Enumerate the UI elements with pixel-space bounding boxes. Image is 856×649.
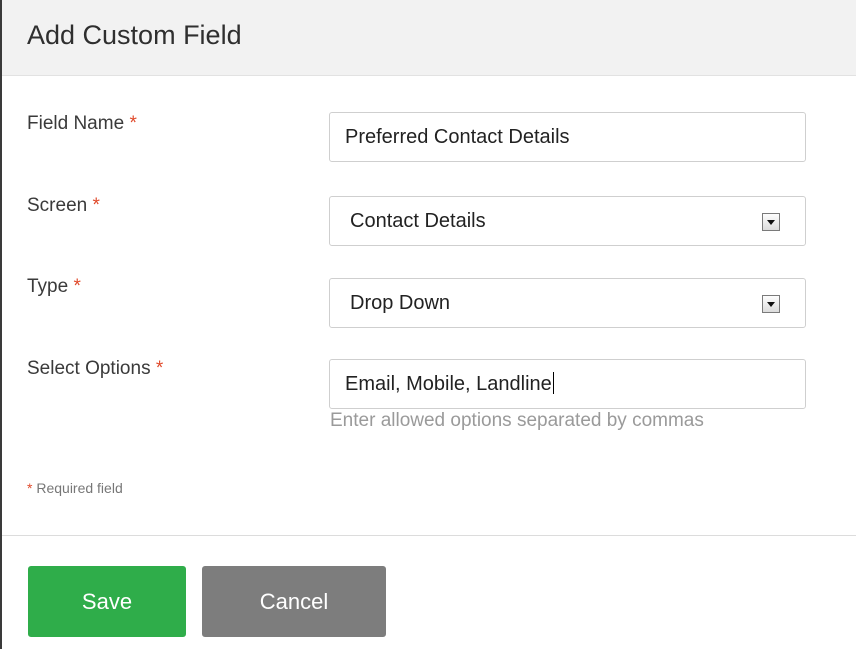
required-marker: * (92, 195, 100, 216)
required-marker: * (129, 113, 137, 134)
dialog-header: Add Custom Field (2, 0, 856, 76)
text-caret (552, 372, 554, 394)
required-marker: * (73, 276, 81, 297)
type-select[interactable]: Drop Down (329, 278, 806, 328)
divider (2, 535, 856, 536)
field-name-label: Field Name * (27, 113, 137, 135)
select-options-value: Email, Mobile, Landline (345, 373, 552, 395)
required-marker: * (155, 358, 164, 379)
select-options-label: Select Options * (27, 358, 163, 380)
field-name-input[interactable] (329, 112, 806, 162)
type-label: Type * (27, 276, 81, 298)
select-options-hint: Enter allowed options separated by comma… (330, 410, 704, 431)
screen-label-text: Screen (27, 195, 88, 216)
dialog-title: Add Custom Field (27, 20, 242, 50)
select-options-input[interactable]: Email, Mobile, Landline (329, 359, 806, 409)
required-field-text: Required field (36, 480, 123, 496)
chevron-down-icon[interactable] (762, 213, 780, 231)
screen-select-value: Contact Details (350, 210, 486, 232)
select-options-label-text: Select Options (27, 358, 151, 379)
field-name-label-text: Field Name (27, 113, 125, 134)
screen-select[interactable]: Contact Details (329, 196, 806, 246)
required-field-note: * Required field (27, 480, 123, 496)
chevron-down-icon[interactable] (762, 295, 780, 313)
cancel-button[interactable]: Cancel (202, 566, 386, 637)
required-marker: * (27, 480, 33, 496)
save-button[interactable]: Save (28, 566, 186, 637)
screen-label: Screen * (27, 195, 100, 217)
add-custom-field-dialog: Add Custom Field Field Name * Screen * C… (0, 0, 856, 649)
type-select-value: Drop Down (350, 292, 451, 314)
type-label-text: Type (27, 276, 69, 297)
